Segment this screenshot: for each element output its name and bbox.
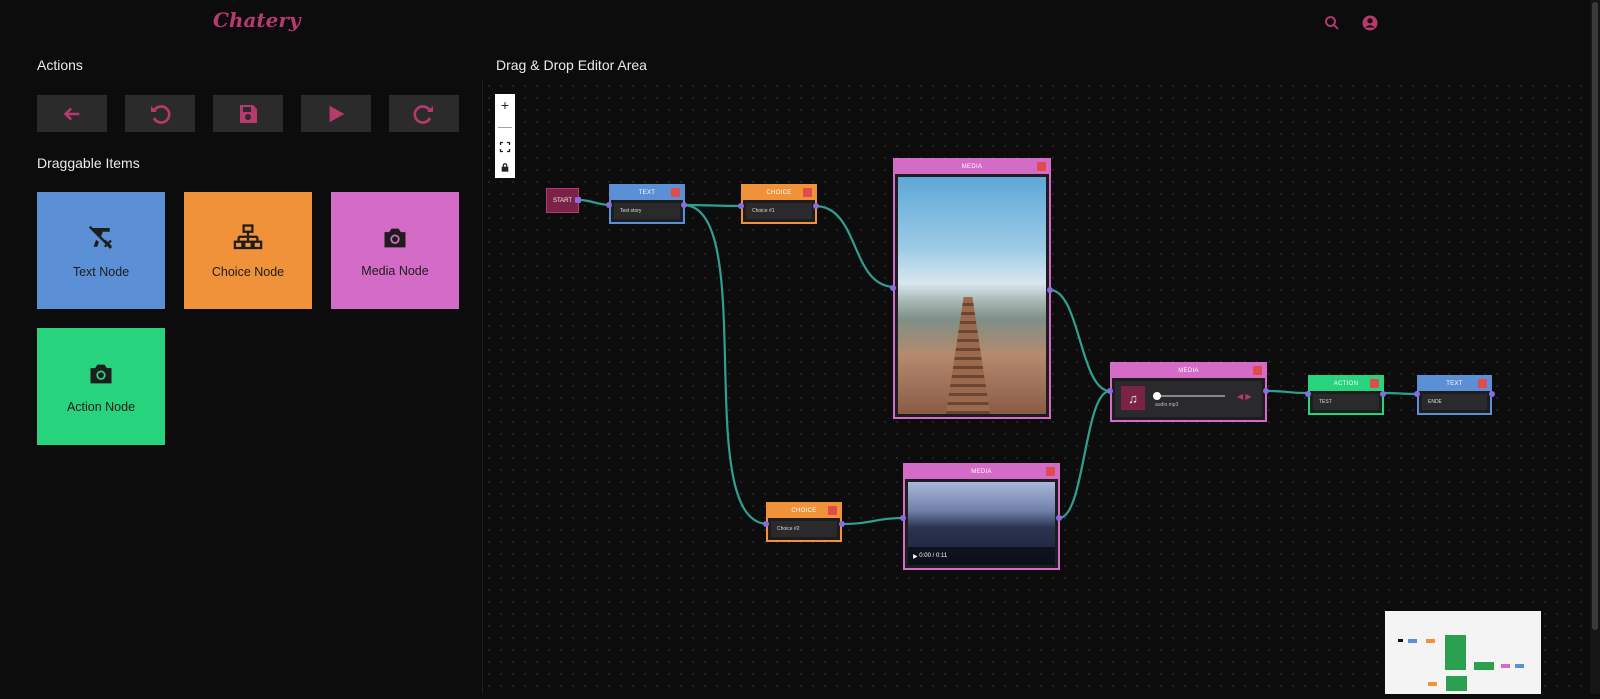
choice-node[interactable]: CHOICE Choice #1 — [741, 184, 817, 224]
fit-view-button[interactable] — [495, 136, 515, 157]
video-time: 0:00 / 0:11 — [919, 553, 948, 559]
node-handle[interactable] — [681, 202, 687, 208]
delete-icon[interactable] — [803, 188, 812, 197]
node-handle[interactable] — [900, 515, 906, 521]
node-header: MEDIA — [895, 160, 1049, 174]
minimap-nodes — [1398, 635, 1524, 691]
media-node-image[interactable]: MEDIA — [893, 158, 1051, 419]
zoom-in-button[interactable]: + — [495, 94, 515, 115]
media-node-audio[interactable]: MEDIA ♫ audio.mp3 ◀︎ ▶︎ — [1110, 362, 1267, 422]
node-header: MEDIA — [1112, 364, 1265, 378]
edge-text-choice2 — [682, 203, 769, 526]
node-type-label: ACTION — [1333, 381, 1359, 387]
zoom-out-button[interactable]: — — [495, 115, 515, 136]
text-node[interactable]: TEXT Test story — [609, 184, 685, 224]
audio-track: audio.mp3 — [1155, 402, 1179, 408]
node-content[interactable]: Choice #2 — [771, 521, 837, 537]
node-content[interactable]: TEST — [1313, 394, 1379, 410]
node-handle[interactable] — [1263, 388, 1269, 394]
edge-choice1-media-image — [814, 204, 896, 289]
node-header: CHOICE — [768, 504, 840, 518]
lock-button[interactable] — [495, 157, 515, 178]
node-content[interactable]: Test story — [614, 203, 680, 219]
lock-icon — [501, 163, 509, 172]
scrollbar-thumb[interactable] — [1592, 2, 1598, 630]
node-type-label: TEXT — [638, 190, 656, 196]
node-handle[interactable] — [1414, 391, 1420, 397]
node-header: CHOICE — [743, 186, 815, 200]
node-handle[interactable] — [606, 202, 612, 208]
choice-node[interactable]: CHOICE Choice #2 — [766, 502, 842, 542]
node-type-label: MEDIA — [1178, 368, 1199, 374]
node-header: TEXT — [1419, 377, 1490, 391]
node-handle[interactable] — [1305, 391, 1311, 397]
node-handle[interactable] — [1056, 515, 1062, 521]
edge-action-text — [1382, 391, 1418, 396]
node-handle[interactable] — [1380, 391, 1386, 397]
edge-media-image-audio — [1049, 288, 1111, 393]
edge-media-video-audio — [1058, 389, 1111, 520]
media-node-video[interactable]: MEDIA ▶ 0:00 / 0:11 — [903, 463, 1060, 570]
node-type-label: MEDIA — [971, 469, 992, 475]
node-content[interactable]: Choice #1 — [746, 203, 812, 219]
node-handle[interactable] — [890, 285, 896, 291]
start-handle[interactable] — [575, 197, 581, 203]
zoom-controls: + — — [495, 94, 515, 178]
audio-seek-handle[interactable] — [1153, 392, 1161, 400]
audio-volume-play-icon[interactable]: ◀︎ ▶︎ — [1237, 392, 1252, 401]
media-image — [898, 177, 1046, 414]
node-handle[interactable] — [738, 203, 744, 209]
node-type-label: CHOICE — [766, 190, 792, 196]
edges-layer — [578, 198, 1418, 526]
action-node[interactable]: ACTION TEST — [1308, 375, 1384, 415]
node-handle[interactable] — [1489, 391, 1495, 397]
node-type-label: CHOICE — [791, 508, 817, 514]
node-handle[interactable] — [1107, 388, 1113, 394]
video-player[interactable]: ▶ 0:00 / 0:11 — [908, 482, 1055, 565]
edge-audio-action — [1265, 389, 1309, 395]
node-header: MEDIA — [905, 465, 1058, 479]
fit-view-icon — [499, 141, 511, 152]
minimap[interactable] — [1385, 611, 1541, 694]
delete-icon[interactable] — [1037, 162, 1046, 171]
delete-icon[interactable] — [1253, 366, 1262, 375]
delete-icon[interactable] — [828, 506, 837, 515]
music-note-icon: ♫ — [1121, 386, 1145, 410]
audio-player[interactable]: ♫ audio.mp3 ◀︎ ▶︎ — [1115, 381, 1262, 417]
page-scrollbar[interactable] — [1590, 0, 1600, 694]
node-content[interactable]: ENDE — [1422, 394, 1487, 410]
delete-icon[interactable] — [1370, 379, 1379, 388]
node-type-label: TEXT — [1446, 381, 1463, 387]
node-header: TEXT — [611, 186, 683, 200]
node-handle[interactable] — [763, 521, 769, 527]
node-type-label: MEDIA — [961, 164, 983, 170]
delete-icon[interactable] — [1478, 379, 1487, 388]
delete-icon[interactable] — [1046, 467, 1055, 476]
node-handle[interactable] — [1047, 287, 1053, 293]
edge-choice2-media-video — [841, 516, 906, 526]
delete-icon[interactable] — [671, 188, 680, 197]
node-header: ACTION — [1310, 377, 1382, 391]
text-node[interactable]: TEXT ENDE — [1417, 375, 1492, 415]
node-handle[interactable] — [813, 203, 819, 209]
node-handle[interactable] — [839, 521, 845, 527]
